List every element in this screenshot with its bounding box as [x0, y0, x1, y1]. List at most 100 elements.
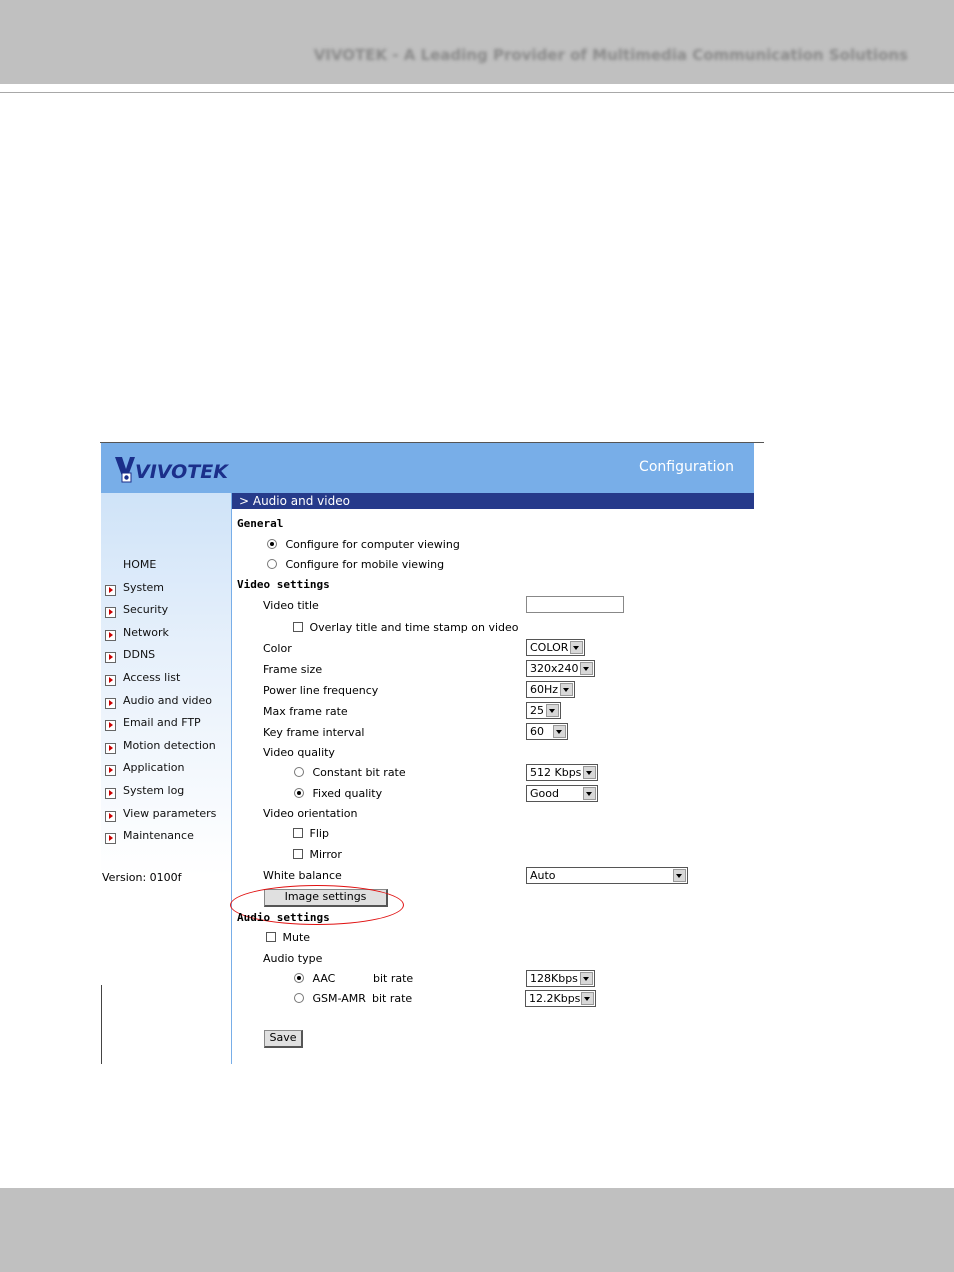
sidebar-item-label: HOME	[123, 558, 157, 571]
key-frame-interval-select[interactable]: 60	[526, 723, 568, 740]
sidebar-item-application[interactable]: Application	[101, 760, 231, 783]
radio-computer-viewing[interactable]	[267, 539, 277, 549]
banner: VIVOTEK Configuration	[101, 443, 754, 493]
option-constant-bit-rate[interactable]: Constant bit rate	[294, 766, 406, 779]
sidebar-nav: HOME System Security Network DDNS Access…	[101, 557, 231, 851]
chevron-down-icon[interactable]	[570, 641, 583, 654]
sidebar-item-ddns[interactable]: DDNS	[101, 647, 231, 670]
option-label: Constant bit rate	[312, 766, 406, 779]
option-label: Fixed quality	[312, 787, 383, 800]
overlay-option[interactable]: Overlay title and time stamp on video	[293, 621, 519, 634]
chevron-down-icon[interactable]	[583, 787, 596, 800]
mirror-option[interactable]: Mirror	[293, 848, 342, 861]
option-computer-viewing[interactable]: Configure for computer viewing	[267, 538, 460, 551]
aac-bitrate-value: 128Kbps	[530, 972, 578, 985]
max-frame-rate-label: Max frame rate	[263, 705, 348, 718]
overlay-checkbox[interactable]	[293, 622, 303, 632]
radio-mobile-viewing[interactable]	[267, 559, 277, 569]
arrow-right-icon	[105, 742, 116, 754]
frame-size-label: Frame size	[263, 663, 323, 676]
sidebar-item-network[interactable]: Network	[101, 625, 231, 648]
bit-rate-select[interactable]: 512 Kbps	[526, 764, 598, 781]
gsm-bitrate-label: bit rate	[372, 992, 413, 1005]
arrow-right-icon	[105, 629, 116, 641]
max-frame-rate-select[interactable]: 25	[526, 702, 561, 719]
fixed-quality-value: Good	[530, 787, 559, 800]
flip-option[interactable]: Flip	[293, 827, 329, 840]
radio-gsm-amr[interactable]	[294, 993, 304, 1003]
config-title: Configuration	[639, 459, 734, 475]
sidebar-item-label: Application	[123, 761, 185, 775]
sidebar-item-maintenance[interactable]: Maintenance	[101, 828, 231, 851]
power-line-value: 60Hz	[530, 683, 559, 696]
arrow-right-icon	[105, 584, 116, 596]
overlay-label: Overlay title and time stamp on video	[309, 621, 519, 634]
video-title-input[interactable]	[526, 596, 624, 613]
mirror-label: Mirror	[309, 848, 342, 861]
key-frame-interval-value: 60	[530, 725, 544, 738]
frame-size-select[interactable]: 320x240	[526, 660, 595, 677]
max-frame-rate-value: 25	[530, 704, 544, 717]
arrow-right-icon	[105, 697, 116, 709]
aac-bitrate-select[interactable]: 128Kbps	[526, 970, 595, 987]
option-label: Configure for mobile viewing	[285, 558, 445, 571]
chevron-down-icon[interactable]	[583, 766, 596, 779]
arrow-right-icon	[105, 674, 116, 686]
sidebar-item-home[interactable]: HOME	[101, 557, 231, 580]
chevron-down-icon[interactable]	[546, 704, 559, 717]
white-balance-select[interactable]: Auto	[526, 867, 688, 884]
color-select[interactable]: COLOR	[526, 639, 585, 656]
sidebar-item-label: Motion detection	[123, 738, 216, 752]
logo-text: VIVOTEK	[135, 461, 228, 483]
camera-logo-icon	[115, 457, 135, 483]
option-fixed-quality[interactable]: Fixed quality	[294, 787, 382, 800]
sidebar-item-view-parameters[interactable]: View parameters	[101, 806, 231, 829]
chevron-down-icon[interactable]	[580, 662, 593, 675]
chevron-down-icon[interactable]	[673, 869, 686, 882]
sidebar: HOME System Security Network DDNS Access…	[101, 493, 231, 884]
frame-size-value: 320x240	[530, 662, 579, 675]
sidebar-item-system[interactable]: System	[101, 580, 231, 603]
option-mobile-viewing[interactable]: Configure for mobile viewing	[267, 558, 444, 571]
flip-checkbox[interactable]	[293, 828, 303, 838]
config-screenshot: VIVOTEK Configuration HOME System Securi…	[100, 442, 764, 1064]
header-tagline: VIVOTEK - A Leading Provider of Multimed…	[313, 46, 908, 64]
radio-constant-bit-rate[interactable]	[294, 767, 304, 777]
chevron-down-icon[interactable]	[581, 992, 594, 1005]
sidebar-item-label: View parameters	[123, 806, 217, 820]
gsm-bitrate-select[interactable]: 12.2Kbps	[525, 990, 596, 1007]
sidebar-item-email-ftp[interactable]: Email and FTP	[101, 715, 231, 738]
sidebar-item-label: Email and FTP	[123, 716, 201, 730]
chevron-down-icon[interactable]	[560, 683, 573, 696]
option-aac[interactable]: AAC	[294, 972, 335, 985]
main-content: General Configure for computer viewing C…	[230, 509, 764, 1064]
sidebar-item-audio-video[interactable]: Audio and video	[101, 693, 231, 716]
sidebar-item-label: Audio and video	[123, 693, 212, 707]
radio-fixed-quality[interactable]	[294, 788, 304, 798]
sidebar-item-system-log[interactable]: System log	[101, 783, 231, 806]
section-title-bar: > Audio and video	[232, 493, 754, 509]
fixed-quality-select[interactable]: Good	[526, 785, 598, 802]
arrow-right-icon	[105, 810, 116, 822]
sidebar-item-security[interactable]: Security	[101, 602, 231, 625]
chevron-down-icon[interactable]	[580, 972, 593, 985]
mute-checkbox[interactable]	[266, 932, 276, 942]
video-orientation-label: Video orientation	[263, 807, 358, 820]
white-balance-value: Auto	[530, 869, 556, 882]
mirror-checkbox[interactable]	[293, 849, 303, 859]
audio-type-label: Audio type	[263, 952, 323, 965]
radio-aac[interactable]	[294, 973, 304, 983]
sidebar-item-access-list[interactable]: Access list	[101, 670, 231, 693]
video-quality-label: Video quality	[263, 746, 335, 759]
sidebar-item-motion-detection[interactable]: Motion detection	[101, 738, 231, 761]
save-button[interactable]: Save	[264, 1030, 303, 1048]
arrow-right-icon	[105, 765, 116, 777]
chevron-down-icon[interactable]	[553, 725, 566, 738]
mute-option[interactable]: Mute	[266, 931, 310, 944]
flip-label: Flip	[309, 827, 329, 840]
power-line-select[interactable]: 60Hz	[526, 681, 575, 698]
key-frame-interval-label: Key frame interval	[263, 726, 365, 739]
gsm-bitrate-value: 12.2Kbps	[529, 992, 581, 1005]
option-gsm-amr[interactable]: GSM-AMR	[294, 992, 366, 1005]
sidebar-item-label: Security	[123, 603, 169, 617]
